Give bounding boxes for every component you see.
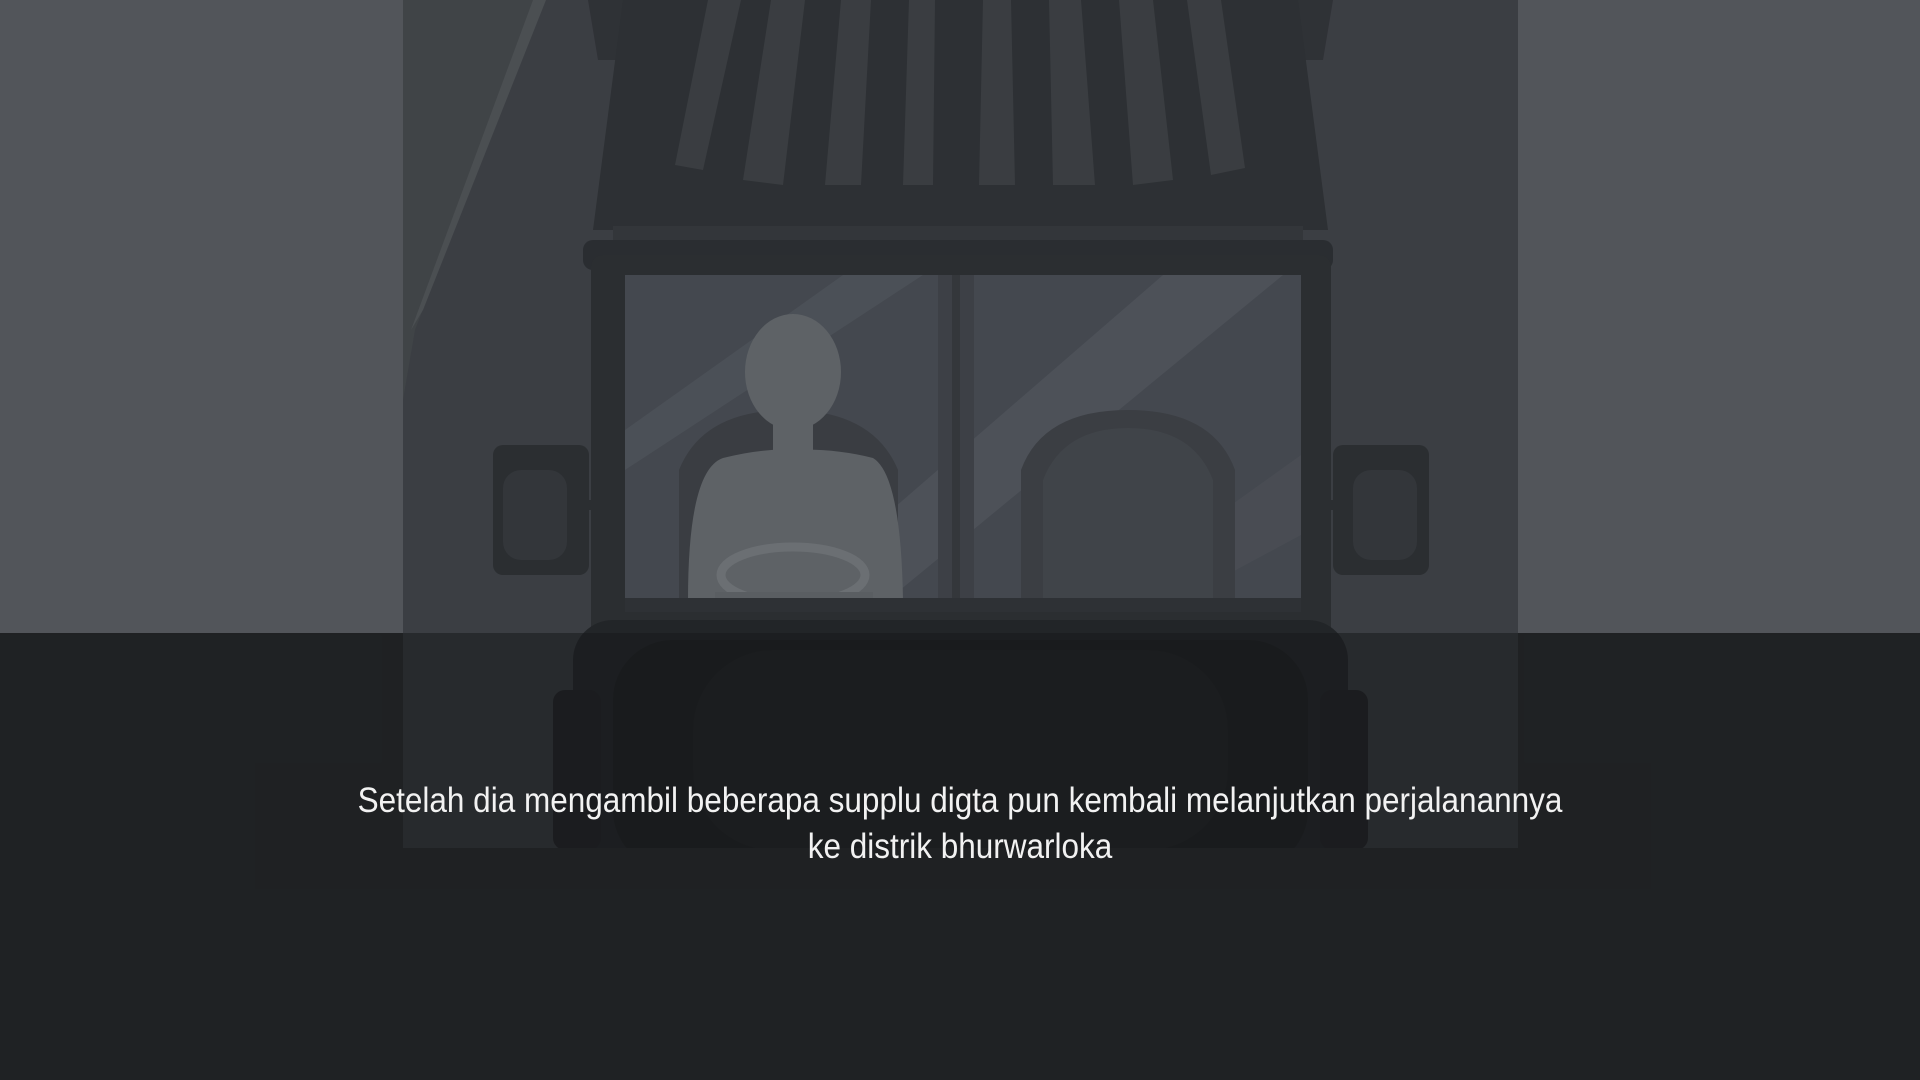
scene-illustration [403,0,1518,848]
dialogue-line-1: Setelah dia mengambil beberapa supplu di… [357,781,1563,820]
truck-illustration [403,0,1518,848]
dialogue-line-2: ke distrik bhurwarloka [807,827,1113,866]
dialogue-caption[interactable]: Setelah dia mengambil beberapa supplu di… [330,778,1590,870]
game-stage: Setelah dia mengambil beberapa supplu di… [0,0,1920,1080]
